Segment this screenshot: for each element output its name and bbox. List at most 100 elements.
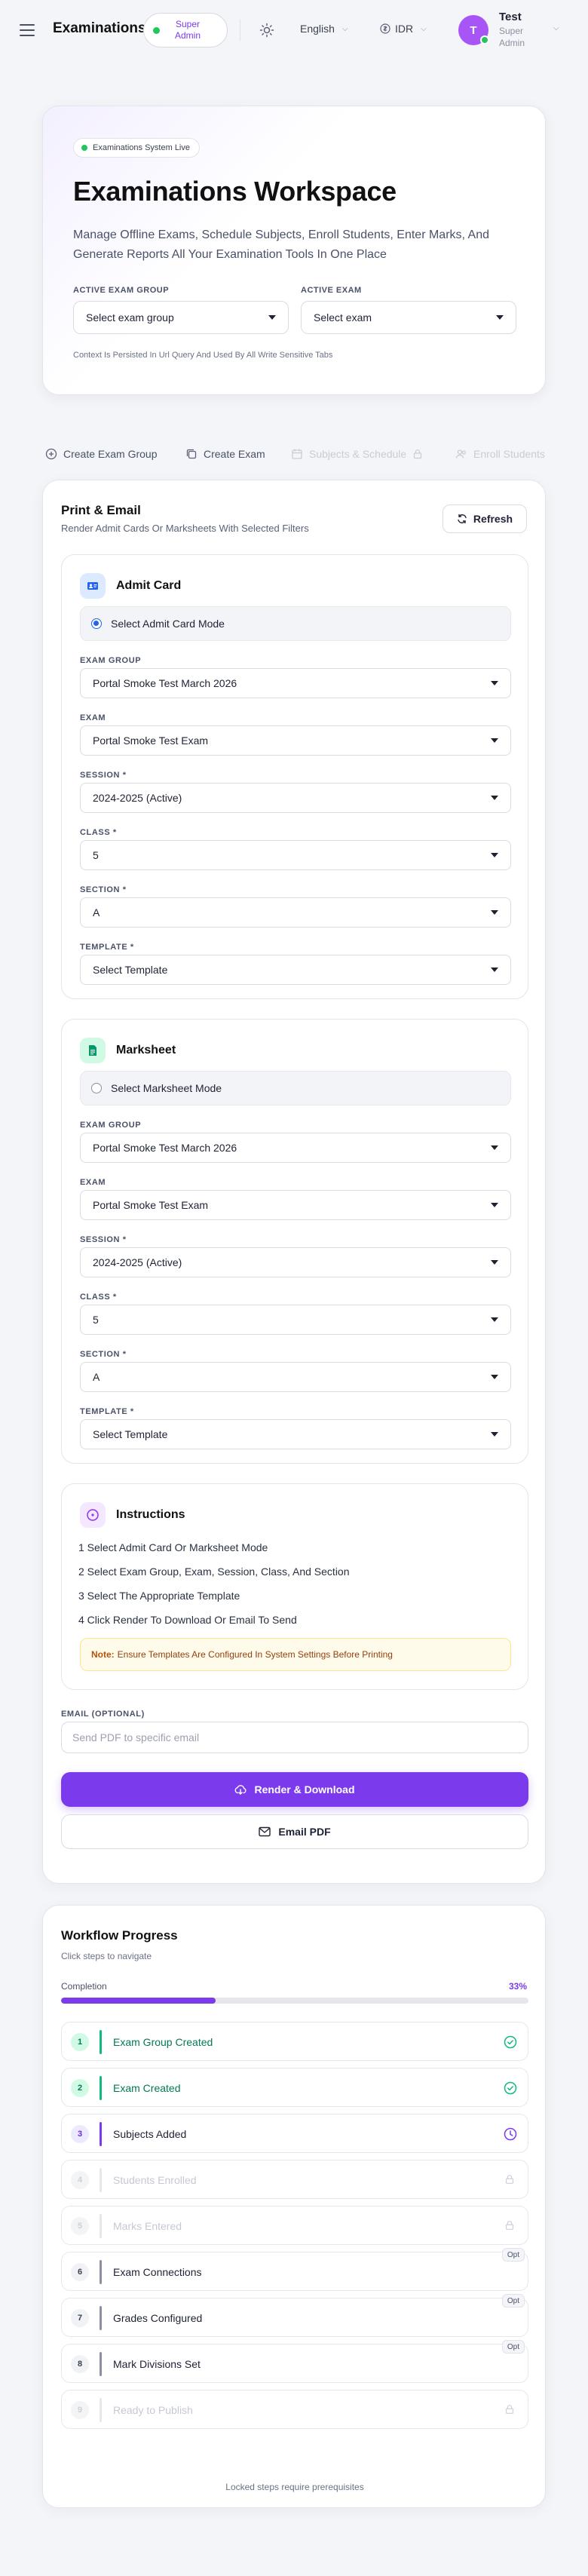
class-select[interactable]: 5 (80, 840, 511, 870)
admit-card-mode-label: Select Admit Card Mode (111, 618, 225, 630)
user-role: Super Admin (499, 26, 525, 48)
copy-icon (186, 449, 197, 459)
field-label: CLASS * (80, 828, 117, 837)
select-value: Select Template (93, 964, 168, 976)
exam-select[interactable]: Portal Smoke Test Exam (80, 725, 511, 756)
template-select[interactable]: Select Template (80, 955, 511, 985)
step-label: Mark Divisions Set (113, 2358, 201, 2370)
role-badge: Super Admin (143, 13, 228, 48)
session-select[interactable]: 2024-2025 (Active) (80, 1247, 511, 1277)
chevron-down-icon (491, 738, 498, 743)
select-value: A (93, 906, 100, 918)
step-label: Subjects Added (113, 2128, 187, 2140)
exam-group-select[interactable]: Portal Smoke Test March 2026 (80, 1133, 511, 1163)
status-dot (153, 26, 160, 34)
step-number: 4 (71, 2171, 89, 2189)
email-pdf-button[interactable]: Email PDF (61, 1814, 528, 1849)
step-number: 7 (71, 2309, 89, 2327)
marksheet-mode-option[interactable]: Select Marksheet Mode (80, 1071, 511, 1106)
plus-circle-icon (45, 448, 57, 460)
status-badge: Examinations System Live (73, 138, 200, 158)
completion-label: Completion (61, 1981, 107, 1992)
template-select[interactable]: Select Template (80, 1419, 511, 1449)
refresh-label: Refresh (473, 513, 513, 525)
calendar-icon (292, 449, 302, 459)
check-circle-icon (504, 2035, 517, 2049)
field-label: SECTION * (80, 885, 127, 894)
field-label: SECTION * (80, 1350, 127, 1359)
tab-label: Create Exam (204, 448, 265, 460)
select-value: Portal Smoke Test March 2026 (93, 1142, 237, 1154)
chevron-down-icon: ⌵ (421, 24, 427, 33)
step-number: 8 (71, 2355, 89, 2373)
section-select[interactable]: A (80, 1362, 511, 1392)
admit-card-mode-option[interactable]: Select Admit Card Mode (80, 606, 511, 641)
lock-icon (414, 449, 422, 459)
field-label: EXAM (80, 1178, 106, 1187)
tab-label: Create Exam Group (63, 448, 158, 460)
select-value: 5 (93, 849, 99, 861)
avatar[interactable]: T (458, 15, 489, 45)
class-select[interactable]: 5 (80, 1305, 511, 1335)
field-label: SESSION * (80, 771, 127, 780)
workflow-subtitle: Click steps to navigate (61, 1951, 152, 1961)
id-card-icon (80, 573, 106, 599)
page-title: Examinations Workspace (73, 176, 397, 207)
note-text: Ensure Templates Are Configured In Syste… (117, 1649, 393, 1660)
chevron-down-icon (491, 1203, 498, 1207)
active-exam-group-select[interactable]: Select exam group (73, 301, 289, 334)
chevron-down-icon (491, 1317, 498, 1322)
note-label: Note: (91, 1649, 115, 1660)
sun-icon[interactable] (259, 23, 274, 38)
step-label: Marks Entered (113, 2220, 182, 2232)
chevron-down-icon: ⌵ (341, 24, 348, 33)
panel-subtitle: Render Admit Cards Or Marksheets With Se… (61, 523, 309, 534)
step-accent-bar (100, 2168, 102, 2192)
step-accent-bar (100, 2214, 102, 2238)
render-download-button[interactable]: Render & Download (61, 1772, 528, 1807)
tab-label: Subjects & Schedule (309, 448, 407, 460)
workflow-step: 9 Ready to Publish (61, 2390, 528, 2429)
session-select[interactable]: 2024-2025 (Active) (80, 783, 511, 813)
currency-selector[interactable]: IDR ⌵ (380, 23, 427, 35)
chevron-down-icon (491, 1145, 498, 1150)
instructions-title: Instructions (116, 1508, 185, 1521)
optional-badge: Opt (501, 2340, 525, 2354)
language-selector[interactable]: English ⌵ (300, 23, 348, 35)
workflow-progress-panel: Workflow Progress Click steps to navigat… (42, 1905, 546, 2508)
exam-group-select[interactable]: Portal Smoke Test March 2026 (80, 668, 511, 698)
menu-icon[interactable] (20, 24, 35, 36)
document-icon (80, 1038, 106, 1063)
info-icon (80, 1502, 106, 1528)
tab-create-exam-group[interactable]: Create Exam Group (45, 448, 158, 460)
tab-create-exam[interactable]: Create Exam (185, 448, 265, 460)
radio-selected[interactable] (91, 618, 102, 629)
email-input[interactable] (61, 1722, 528, 1753)
clock-icon (504, 2127, 517, 2141)
workflow-step[interactable]: 6 Exam Connections Opt (61, 2248, 528, 2291)
active-exam-select[interactable]: Select exam (301, 301, 516, 334)
exam-select[interactable]: Portal Smoke Test Exam (80, 1190, 511, 1220)
step-accent-bar (100, 2398, 102, 2422)
radio-unselected[interactable] (91, 1083, 102, 1093)
marksheet-mode-label: Select Marksheet Mode (111, 1082, 222, 1094)
workflow-step[interactable]: 8 Mark Divisions Set Opt (61, 2340, 528, 2383)
step-number: 9 (71, 2401, 89, 2419)
workflow-step[interactable]: 1 Exam Group Created (61, 2022, 528, 2061)
active-exam-group-value: Select exam group (86, 311, 174, 324)
step-accent-bar (100, 2260, 102, 2284)
workflow-step[interactable]: 7 Grades Configured Opt (61, 2294, 528, 2337)
check-circle-icon (504, 2081, 517, 2095)
workflow-step[interactable]: 2 Exam Created (61, 2068, 528, 2107)
section-select[interactable]: A (80, 897, 511, 928)
field-label: TEMPLATE * (80, 943, 134, 952)
chevron-down-icon[interactable]: ⌵ (553, 24, 559, 32)
page-description: Manage Offline Exams, Schedule Subjects,… (73, 228, 489, 261)
workflow-step[interactable]: 3 Subjects Added (61, 2114, 528, 2153)
field-label: EXAM (80, 713, 106, 722)
field-label: EXAM GROUP (80, 1121, 142, 1130)
step-accent-bar (100, 2076, 102, 2100)
marksheet-title: Marksheet (116, 1044, 176, 1056)
refresh-button[interactable]: Refresh (443, 504, 527, 533)
mail-icon (259, 1826, 271, 1837)
